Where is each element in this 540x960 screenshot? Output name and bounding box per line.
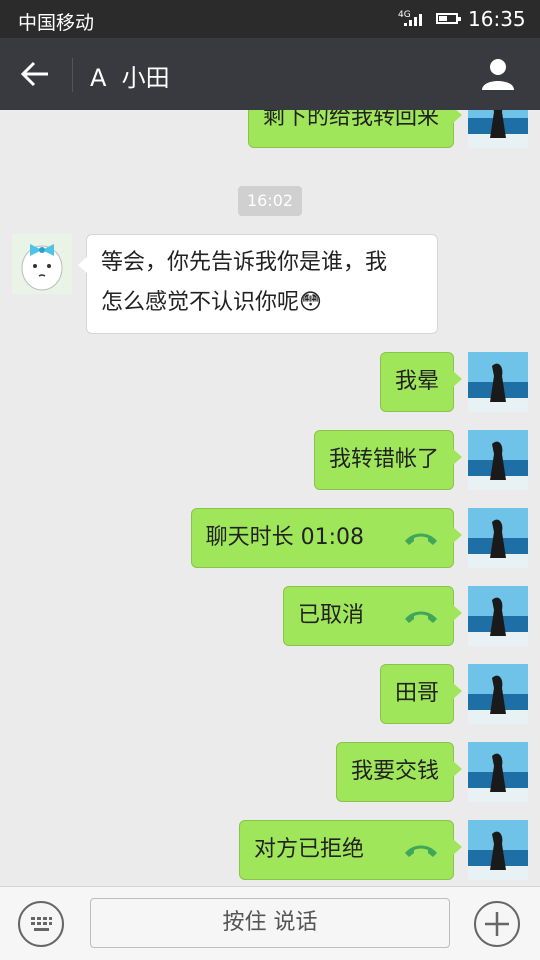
phone-icon	[405, 845, 437, 857]
avatar-image	[468, 352, 528, 412]
avatar[interactable]	[468, 110, 528, 148]
battery-level	[439, 16, 447, 21]
input-bar: 按住 说话	[0, 886, 540, 960]
message-text-line1: 等会，你先告诉我你是谁，我	[101, 250, 388, 275]
avatar-image	[468, 820, 528, 880]
avatar[interactable]	[468, 664, 528, 724]
phone-icon	[405, 611, 437, 623]
avatar[interactable]	[468, 742, 528, 802]
message-text: 我要交钱	[350, 759, 439, 784]
message-bubble-other[interactable]: 等会，你先告诉我你是谁，我 怎么感觉不认识你呢😳	[78, 234, 438, 334]
message-bubble-mine[interactable]: 剩下的给我转回来	[247, 110, 463, 148]
chat-area[interactable]: 剩下的给我转回来 16:02 等会，你先告诉我你是谁，我 怎么感觉不认识你呢😳 …	[0, 110, 540, 886]
plus-icon	[485, 912, 509, 936]
avatar-image	[468, 586, 528, 646]
avatar-image	[468, 430, 528, 490]
avatar-image	[468, 110, 528, 148]
status-bar: 中国移动 4G 16:35	[0, 0, 540, 38]
message-text: 剩下的给我转回来	[262, 110, 439, 130]
message-text: 已取消	[297, 603, 364, 628]
more-options-button[interactable]	[474, 901, 520, 947]
message-bubble-mine[interactable]: 我要交钱	[335, 742, 463, 802]
avatar-image	[12, 234, 72, 294]
hold-to-talk-button[interactable]: 按住 说话	[90, 898, 450, 948]
message-text: 对方已拒绝	[253, 837, 364, 862]
status-time: 16:35	[468, 7, 526, 31]
message-text: 我晕	[394, 369, 439, 394]
timestamp-chip: 16:02	[238, 186, 302, 216]
chat-title: A 小田	[90, 64, 170, 92]
avatar[interactable]	[468, 430, 528, 490]
message-text-line2: 怎么感觉不认识你呢	[101, 290, 300, 315]
avatar-image	[468, 508, 528, 568]
person-icon[interactable]	[478, 56, 518, 92]
signal-icon	[404, 14, 422, 26]
keyboard-toggle-button[interactable]	[18, 901, 64, 947]
avatar[interactable]	[468, 508, 528, 568]
avatar[interactable]	[468, 820, 528, 880]
avatar-image	[468, 742, 528, 802]
header-divider	[72, 58, 73, 92]
chat-header: A 小田	[0, 38, 540, 110]
keyboard-icon	[31, 917, 52, 931]
voice-call-bubble[interactable]: 已取消	[282, 586, 463, 646]
avatar[interactable]	[468, 352, 528, 412]
arrow-left-icon[interactable]	[16, 58, 56, 90]
voice-call-bubble[interactable]: 聊天时长 01:08	[190, 508, 463, 568]
phone-icon	[405, 533, 437, 545]
message-bubble-mine[interactable]: 田哥	[379, 664, 463, 724]
avatar-image	[468, 664, 528, 724]
message-text: 我转错帐了	[328, 447, 439, 472]
battery-icon	[436, 13, 461, 24]
carrier-name: 中国移动	[18, 12, 95, 34]
message-text: 聊天时长 01:08	[205, 525, 364, 550]
flushed-face-emoji: 😳	[299, 290, 322, 315]
avatar[interactable]	[468, 586, 528, 646]
message-text: 田哥	[394, 681, 439, 706]
message-bubble-mine[interactable]: 我晕	[379, 352, 463, 412]
message-bubble-mine[interactable]: 我转错帐了	[313, 430, 463, 490]
voice-call-bubble[interactable]: 对方已拒绝	[238, 820, 463, 880]
avatar[interactable]	[12, 234, 72, 294]
